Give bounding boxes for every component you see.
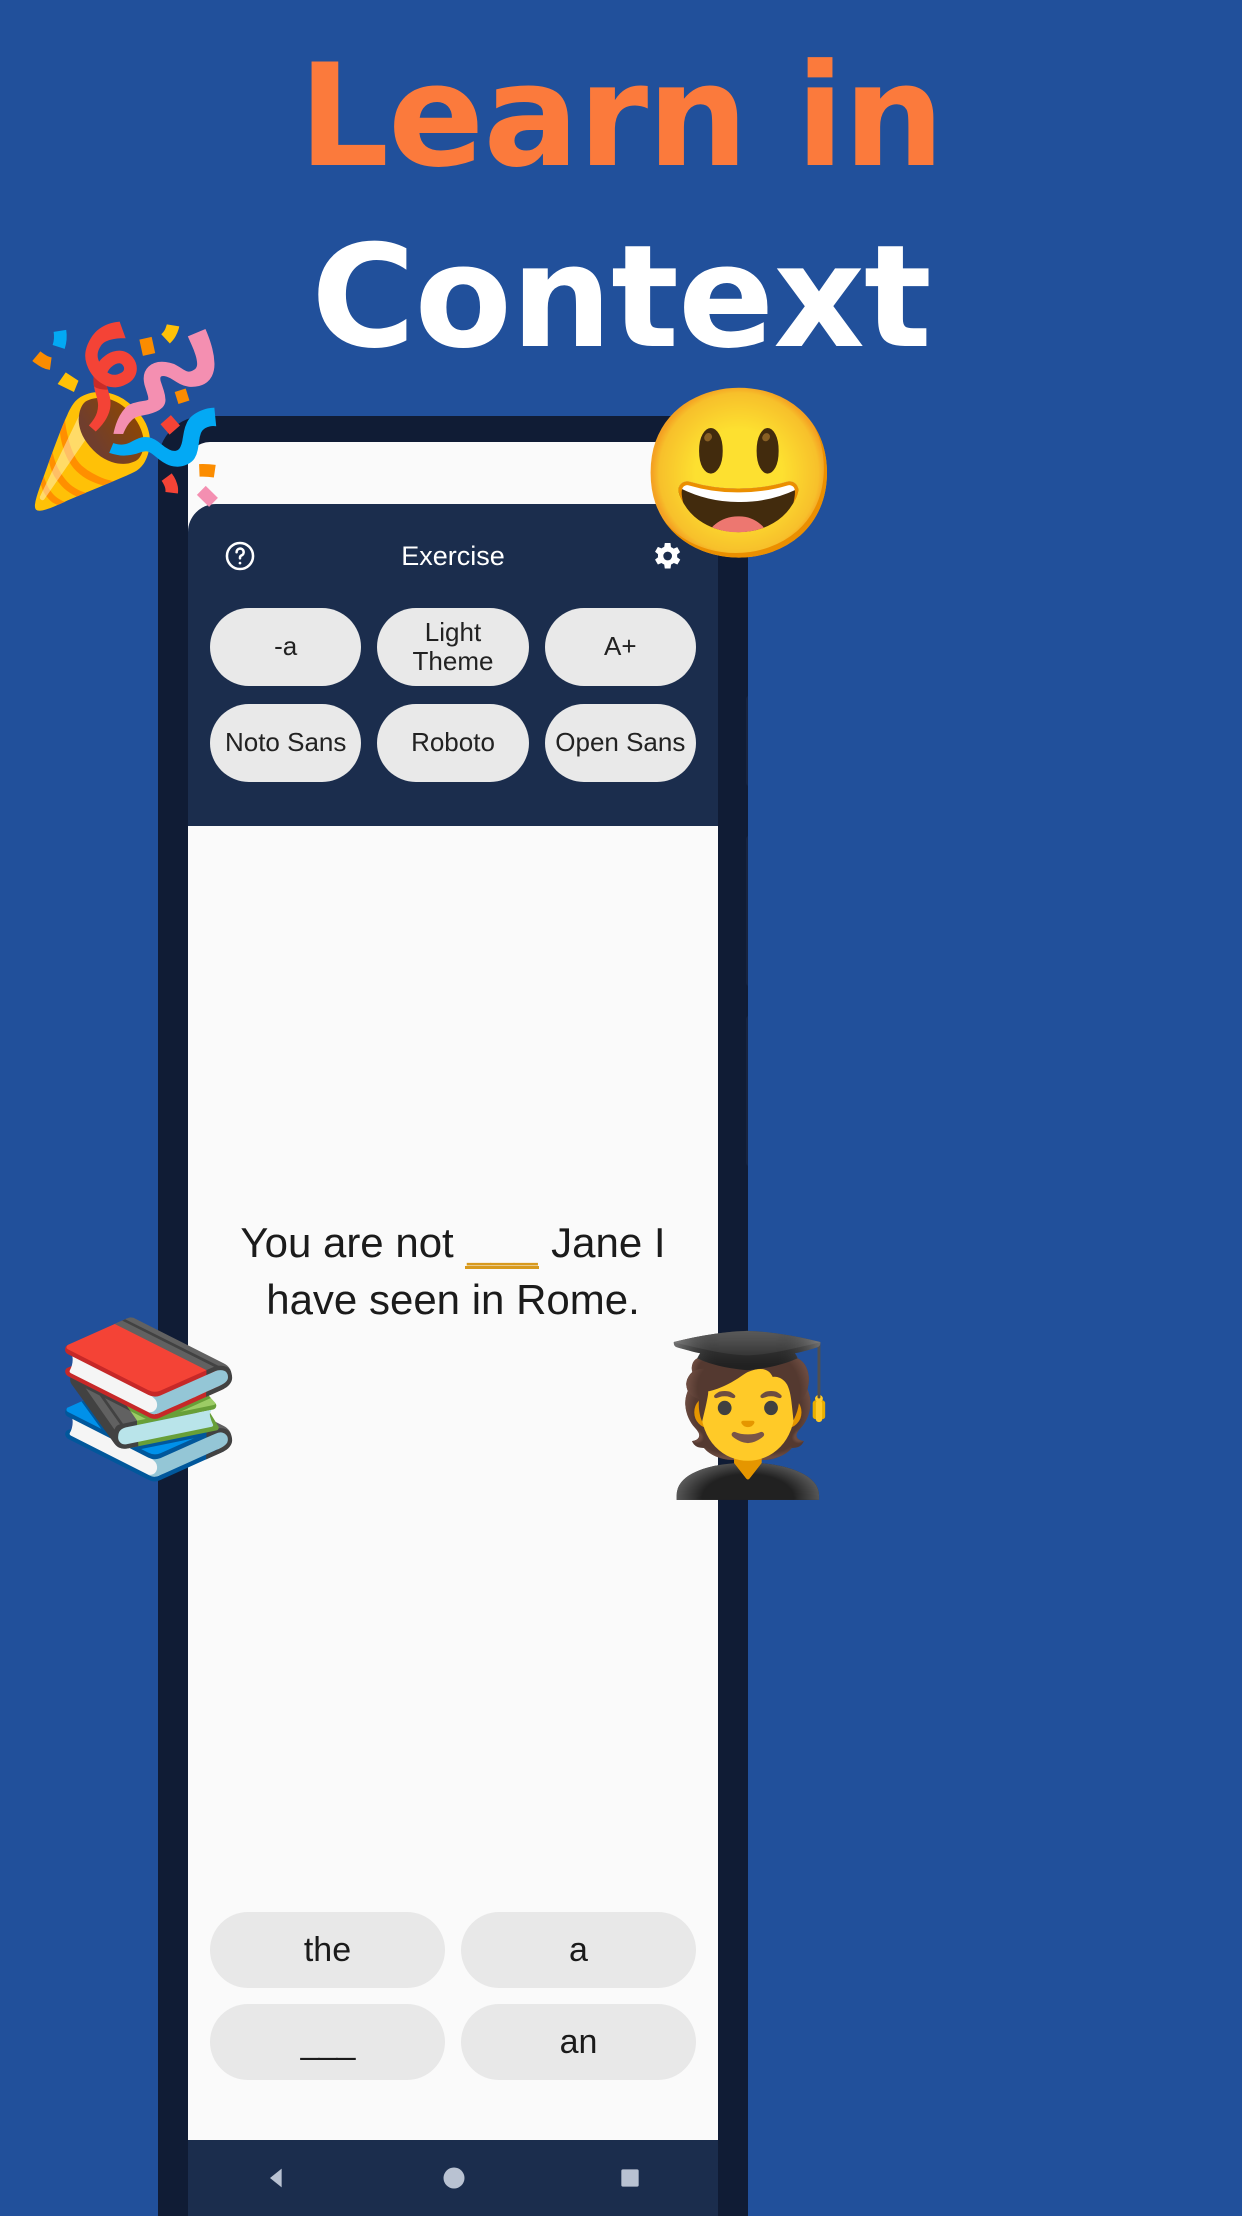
answer-option-blank[interactable]: ___ — [210, 2004, 445, 2080]
answer-option-an[interactable]: an — [461, 2004, 696, 2080]
phone-screen: Exercise -a Light Theme A+ Noto Sans Rob… — [188, 442, 718, 2216]
android-navigation-bar — [188, 2140, 718, 2216]
chip-theme[interactable]: Light Theme — [377, 608, 529, 686]
chip-font-open-sans[interactable]: Open Sans — [544, 704, 696, 782]
student-emoji: 🧑‍🎓 — [652, 1329, 844, 1501]
home-circle-icon[interactable] — [440, 2164, 468, 2192]
chip-decrease-font[interactable]: -a — [210, 608, 362, 686]
answer-row-2: ___ an — [210, 2004, 696, 2080]
recents-square-icon[interactable] — [617, 2165, 643, 2191]
question-area: You are not ___ Jane I have seen in Rome… — [188, 922, 718, 1622]
answer-row-1: the a — [210, 1912, 696, 1988]
chip-theme-label: Light Theme — [412, 617, 494, 676]
phone-side-button-mid — [746, 836, 748, 986]
sentence-blank: ___ — [465, 1219, 540, 1270]
phone-mockup: Exercise -a Light Theme A+ Noto Sans Rob… — [158, 416, 748, 2216]
settings-chip-row-1: -a Light Theme A+ — [188, 608, 718, 686]
party-popper-emoji: 🎉 — [18, 320, 233, 512]
settings-chip-row-2: Noto Sans Roboto Open Sans — [188, 704, 718, 782]
chip-font-roboto[interactable]: Roboto — [377, 704, 529, 782]
exercise-sentence: You are not ___ Jane I have seen in Rome… — [222, 1215, 684, 1328]
chip-font-noto-sans[interactable]: Noto Sans — [210, 704, 362, 782]
answer-option-a[interactable]: a — [461, 1912, 696, 1988]
chip-increase-font[interactable]: A+ — [544, 608, 696, 686]
answer-option-the[interactable]: the — [210, 1912, 445, 1988]
promo-screenshot: Learn in Context Exercise -a Light Theme… — [0, 0, 1242, 2216]
headline-line-1: Learn in — [298, 34, 945, 199]
grinning-face-emoji: 😃 — [636, 382, 843, 567]
back-triangle-icon[interactable] — [263, 2164, 291, 2192]
phone-side-button-top — [746, 696, 748, 786]
books-emoji: 📚 — [54, 1313, 244, 1483]
help-circle-icon[interactable] — [218, 534, 262, 578]
sentence-before: You are not — [240, 1219, 466, 1267]
phone-side-button-bottom — [746, 1016, 748, 1166]
answer-options: the a ___ an — [188, 1912, 718, 2096]
